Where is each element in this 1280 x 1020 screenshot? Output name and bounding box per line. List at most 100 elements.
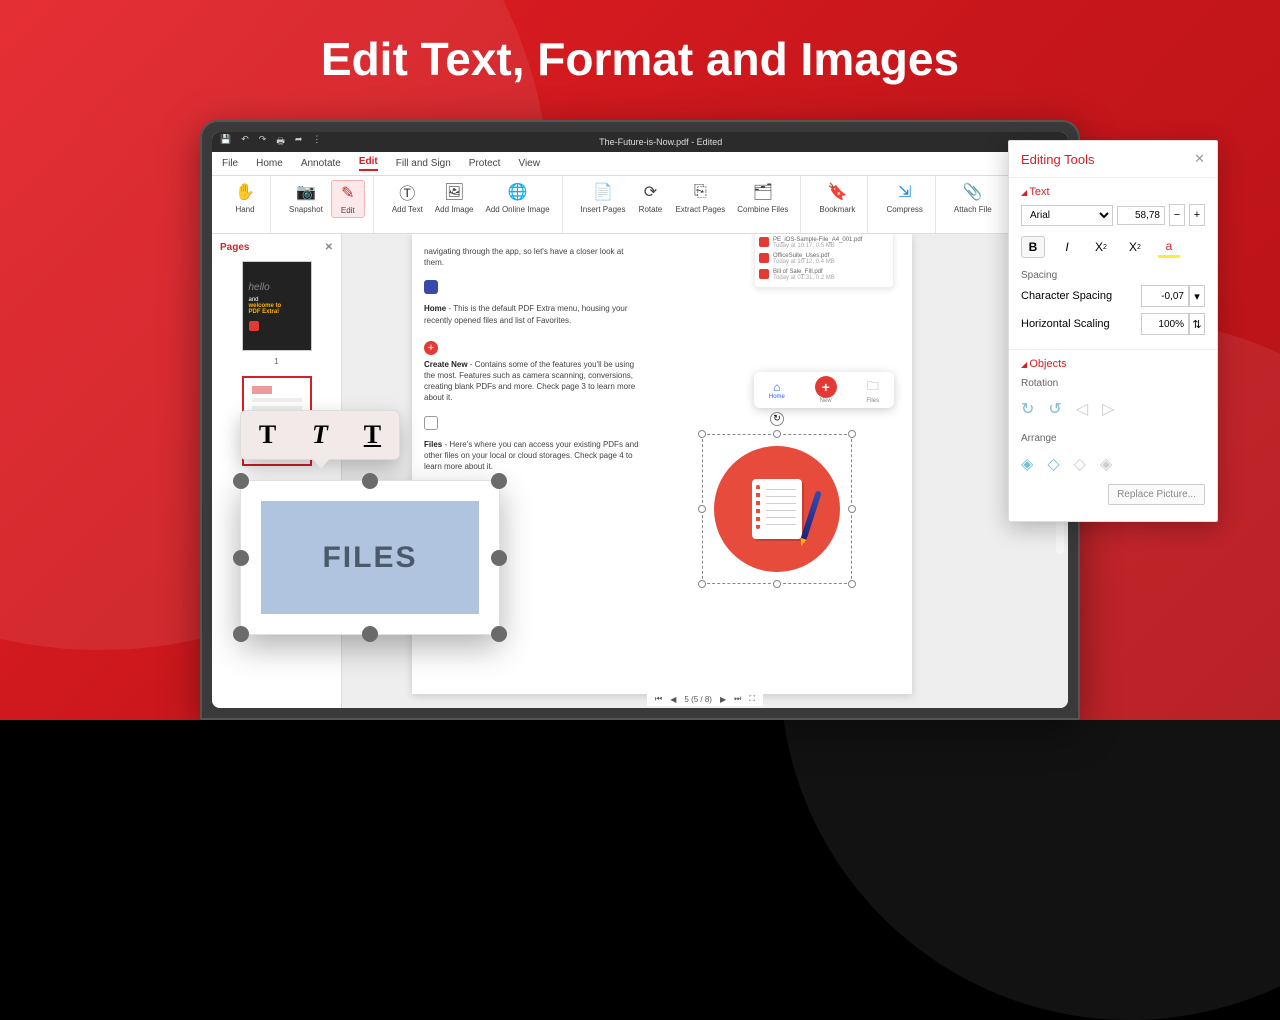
menu-home[interactable]: Home xyxy=(256,158,283,169)
font-select[interactable]: Arial xyxy=(1021,205,1113,226)
dropdown-icon[interactable]: ▾ xyxy=(1189,285,1205,307)
close-icon[interactable]: ✕ xyxy=(325,242,333,253)
print-icon[interactable]: 🖶 xyxy=(276,134,285,150)
hscale-input[interactable] xyxy=(1141,313,1189,335)
text-underline-icon[interactable]: T xyxy=(364,420,381,450)
snapshot-tool[interactable]: 📷Snapshot xyxy=(285,180,327,216)
image-selection-callout[interactable]: FILES xyxy=(240,480,500,635)
page-navigator[interactable]: ⏮ ◀ 5 (5 / 8) ▶ ⏭ ⛶ xyxy=(647,692,763,706)
paperclip-icon: 📎 xyxy=(963,182,983,202)
last-page-icon[interactable]: ⏭ xyxy=(734,694,741,704)
fab-new-icon: + xyxy=(815,376,837,398)
editing-tools-panel: Editing Tools✕ Text Arial − + B I X2 X2 … xyxy=(1008,140,1218,522)
resize-handle[interactable] xyxy=(491,473,507,489)
menu-bar: File Home Annotate Edit Fill and Sign Pr… xyxy=(212,152,1068,176)
menu-view[interactable]: View xyxy=(518,158,540,169)
resize-handle[interactable] xyxy=(848,430,856,438)
home-nav-icon: ⌂ xyxy=(769,380,785,394)
superscript-button[interactable]: X2 xyxy=(1123,236,1147,258)
send-backward-icon[interactable]: ◇ xyxy=(1074,454,1086,474)
resize-handle[interactable] xyxy=(698,430,706,438)
notepad-graphic xyxy=(714,446,840,572)
char-spacing-input[interactable] xyxy=(1141,285,1189,307)
prev-page-icon[interactable]: ◀ xyxy=(670,695,676,704)
send-back-icon[interactable]: ◈ xyxy=(1100,454,1112,474)
highlight-button[interactable]: a xyxy=(1157,236,1181,258)
stepper-icon[interactable]: ⇅ xyxy=(1189,313,1205,335)
share-icon[interactable]: ➦ xyxy=(295,134,303,150)
add-online-image-button[interactable]: 🌐Add Online Image xyxy=(482,180,554,216)
bring-forward-icon[interactable]: ◇ xyxy=(1047,454,1059,474)
window-titlebar: 💾 ↶ ↷ 🖶 ➦ ⋮ The-Future-is-Now.pdf - Edit… xyxy=(212,132,1068,152)
pencil-icon: ✎ xyxy=(338,183,358,203)
attach-file-button[interactable]: 📎Attach File xyxy=(950,180,996,216)
phone-navbar: ⌂Home +New 🗀Files xyxy=(754,372,894,408)
insert-pages-button[interactable]: 📄Insert Pages xyxy=(577,180,630,216)
menu-fillsign[interactable]: Fill and Sign xyxy=(396,158,451,169)
hand-tool[interactable]: ✋Hand xyxy=(228,180,262,216)
hand-icon: ✋ xyxy=(235,182,255,202)
menu-file[interactable]: File xyxy=(222,158,238,169)
menu-annotate[interactable]: Annotate xyxy=(301,158,341,169)
rotate-cw-icon[interactable]: ↻ xyxy=(1021,399,1034,419)
size-increase[interactable]: + xyxy=(1189,204,1205,226)
add-image-button[interactable]: 🖼Add Image xyxy=(431,180,478,216)
text-bold-icon[interactable]: T xyxy=(259,420,276,450)
doc-home-body: - This is the default PDF Extra menu, ho… xyxy=(424,304,628,324)
bold-button[interactable]: B xyxy=(1021,236,1045,258)
italic-button[interactable]: I xyxy=(1055,236,1079,258)
redo-icon[interactable]: ↷ xyxy=(259,134,267,150)
compress-button[interactable]: ⇲Compress xyxy=(882,180,926,216)
edit-tool[interactable]: ✎Edit xyxy=(331,180,365,218)
bring-front-icon[interactable]: ◈ xyxy=(1021,454,1033,474)
resize-handle[interactable] xyxy=(773,430,781,438)
text-italic-icon[interactable]: T xyxy=(312,420,328,450)
extract-pages-button[interactable]: ⎘Extract Pages xyxy=(671,180,729,216)
menu-edit[interactable]: Edit xyxy=(359,156,378,171)
plus-icon: + xyxy=(424,341,438,355)
resize-handle[interactable] xyxy=(233,473,249,489)
resize-handle[interactable] xyxy=(773,580,781,588)
resize-handle[interactable] xyxy=(848,580,856,588)
resize-handle[interactable] xyxy=(698,505,706,513)
add-text-button[interactable]: ⓉAdd Text xyxy=(388,180,427,216)
next-page-icon[interactable]: ▶ xyxy=(720,695,726,704)
ribbon-toolbar: ✋Hand 📷Snapshot ✎Edit ⓉAdd Text 🖼Add Ima… xyxy=(212,176,1068,234)
resize-handle[interactable] xyxy=(362,473,378,489)
replace-picture-button[interactable]: Replace Picture... xyxy=(1108,484,1205,505)
bookmark-button[interactable]: 🔖Bookmark xyxy=(815,180,859,216)
resize-handle[interactable] xyxy=(362,626,378,642)
compress-icon: ⇲ xyxy=(895,182,915,202)
files-nav-icon: 🗀 xyxy=(866,377,879,398)
undo-icon[interactable]: ↶ xyxy=(241,134,249,150)
more-icon[interactable]: ⋮ xyxy=(312,134,321,150)
resize-handle[interactable] xyxy=(848,505,856,513)
save-icon[interactable]: 💾 xyxy=(220,134,231,150)
fit-page-icon[interactable]: ⛶ xyxy=(749,694,755,704)
close-icon[interactable]: ✕ xyxy=(1194,151,1205,167)
add-text-icon: Ⓣ xyxy=(397,182,417,202)
doc-intro: navigating through the app, so let's hav… xyxy=(424,246,644,268)
first-page-icon[interactable]: ⏮ xyxy=(655,694,662,704)
document-canvas[interactable]: navigating through the app, so let's hav… xyxy=(342,234,1068,708)
size-decrease[interactable]: − xyxy=(1169,204,1185,226)
combine-files-button[interactable]: 🗂Combine Files xyxy=(733,180,792,216)
flip-vertical-icon[interactable]: ▷ xyxy=(1102,399,1114,419)
page-thumbnail-1[interactable]: hello and welcome to PDF Extra! xyxy=(242,261,312,351)
bookmark-icon: 🔖 xyxy=(827,182,847,202)
resize-handle[interactable] xyxy=(491,626,507,642)
rotate-handle[interactable]: ↻ xyxy=(770,412,784,426)
resize-handle[interactable] xyxy=(698,580,706,588)
rotate-button[interactable]: ⟳Rotate xyxy=(633,180,667,216)
online-image-icon: 🌐 xyxy=(508,182,528,202)
flip-horizontal-icon[interactable]: ◁ xyxy=(1076,399,1088,419)
resize-handle[interactable] xyxy=(233,550,249,566)
resize-handle[interactable] xyxy=(491,550,507,566)
resize-handle[interactable] xyxy=(233,626,249,642)
subscript-button[interactable]: X2 xyxy=(1089,236,1113,258)
text-style-popover[interactable]: T T T xyxy=(240,410,400,460)
menu-protect[interactable]: Protect xyxy=(469,158,501,169)
selected-image-object[interactable]: ↻ xyxy=(702,434,852,584)
rotate-ccw-icon[interactable]: ↺ xyxy=(1048,399,1061,419)
font-size-input[interactable] xyxy=(1117,206,1165,225)
